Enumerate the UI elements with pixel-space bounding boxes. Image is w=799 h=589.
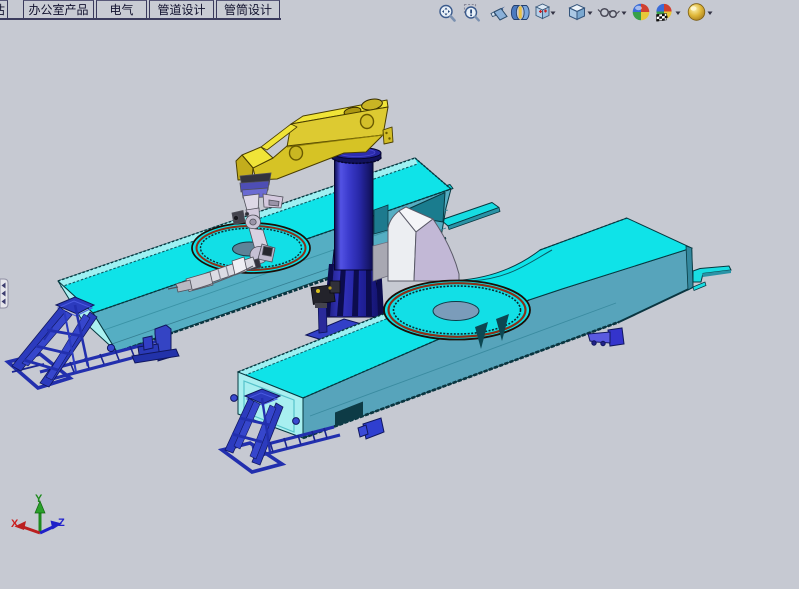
svg-text:Y: Y [35, 493, 43, 505]
svg-text:X: X [11, 518, 19, 530]
svg-text:Z: Z [58, 517, 65, 529]
